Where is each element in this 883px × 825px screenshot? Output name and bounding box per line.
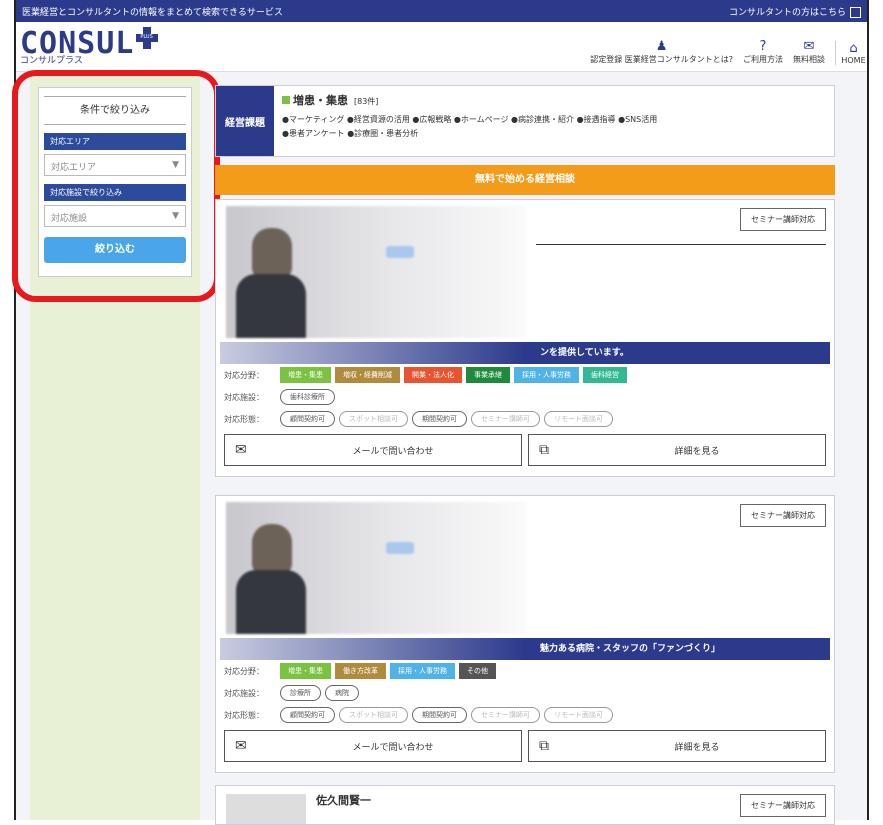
consultant-photo [226,206,526,338]
mail-icon: ✉ [235,442,247,458]
field-tag: 事業承継 [466,367,510,383]
form-tag: スポット相談可 [339,707,408,723]
form-row: 対応形態： 顧問契約可 スポット相談可 期間契約可 セミナー講師可 リモート面談… [216,704,834,726]
field-tag: 開業・法人化 [404,367,462,383]
chevron-down-icon: ▼ [172,211,179,221]
facility-tag: 病院 [325,685,359,701]
issue-heading: 増患・集患 [293,94,348,107]
main-content: 経営課題 増患・集患 [83件] ●マーケティング ●経営資源の活用 ●広報戦略 … [215,85,835,825]
filter-panel: 条件で絞り込み 対応エリア 対応エリア ▼ 対応施設で絞り込み 対応施設 ▼ 絞り込… [38,87,192,277]
card-banner: ンを提供しています。 [220,342,830,364]
field-tag: 増患・集患 [280,367,331,383]
consultant-card: セミナー講師対応 魅力ある病院・スタッフの「ファンづくり」 対応分野： 増患・集… [215,495,835,773]
seminar-badge: セミナー講師対応 [740,208,826,231]
mail-icon: ✉ [235,738,247,754]
home-icon: ⌂ [849,41,858,56]
field-tag: 増収・経費削減 [335,367,400,383]
field-row: 対応分野： 増患・集患 働き方改革 採用・人事労務 その他 [216,660,834,682]
consultant-card: 佐久間賢一 セミナー講師対応 [215,785,835,825]
consultant-link[interactable]: コンサルタントの方はこちら [729,5,861,18]
nav-howto[interactable]: ? ご利用方法 [743,39,783,65]
issue-tags-line1[interactable]: ●マーケティング ●経営資源の活用 ●広報戦略 ●ホームページ ●病診連携・紹介… [282,114,657,125]
issue-count: [83件] [354,97,379,106]
facility-row: 対応施設： 診療所 病院 [216,682,834,704]
form-tag: リモート面談可 [544,411,613,427]
mail-inquiry-button[interactable]: ✉ メールで問い合わせ [224,730,522,762]
form-tag: 顧問契約可 [280,411,335,427]
form-tag: 期間契約可 [412,707,467,723]
field-row: 対応分野： 増患・集患 増収・経費削減 開業・法人化 事業承継 採用・人事労務 … [216,364,834,386]
consultant-card: セミナー講師対応 ンを提供しています。 対応分野： 増患・集患 増収・経費削減 … [215,199,835,477]
consultant-photo [226,502,526,634]
category-square-icon [282,96,290,104]
help-icon: ? [759,39,767,54]
area-select[interactable]: 対応エリア ▼ [44,154,186,176]
person-icon: ♟ [655,39,668,54]
facility-row: 対応施設： 歯科診療所 [216,386,834,408]
form-tag: リモート面談可 [544,707,613,723]
issue-label: 経営課題 [216,86,274,156]
divider [536,244,826,245]
card-banner: 魅力ある病院・スタッフの「ファンづくり」 [220,638,830,660]
field-tag: 採用・人事労務 [514,367,579,383]
view-detail-button[interactable]: ⧉ 詳細を見る [528,434,826,466]
seminar-badge: セミナー講師対応 [740,794,826,817]
filter-submit-button[interactable]: 絞り込む [44,237,186,263]
issue-panel: 経営課題 増患・集患 [83件] ●マーケティング ●経営資源の活用 ●広報戦略 … [215,85,835,157]
consultant-name[interactable]: 佐久間賢一 [316,792,371,808]
field-tag: 採用・人事労務 [390,663,455,679]
seminar-badge: セミナー講師対応 [740,504,826,527]
top-bar: 医業経営とコンサルタントの情報をまとめて検索できるサービス コンサルタントの方は… [16,0,867,22]
field-tag: その他 [459,663,496,679]
form-tag: 顧問契約可 [280,707,335,723]
nav-free-consult[interactable]: ✉ 無料相談 [793,39,825,65]
external-link-icon: ⧉ [539,738,549,754]
area-label: 対応エリア [44,133,186,150]
field-tag: 働き方改革 [335,663,386,679]
mail-inquiry-button[interactable]: ✉ メールで問い合わせ [224,434,522,466]
chevron-down-icon: ▼ [172,160,179,170]
facility-tag: 診療所 [280,685,321,701]
field-tag: 歯科経営 [583,367,627,383]
nav-about[interactable]: ♟ 認定登録 医業経営コンサルタントとは? [590,39,733,65]
free-consult-cta[interactable]: 無料で始める経営相談 [215,165,835,195]
external-link-icon [850,6,861,18]
field-tag: 増患・集患 [280,663,331,679]
tagline: 医業経営とコンサルタントの情報をまとめて検索できるサービス [22,7,283,18]
plus-icon: PLUS [136,27,159,49]
form-row: 対応形態： 顧問契約可 スポット相談可 期間契約可 セミナー講師可 リモート面談… [216,408,834,430]
chat-icon: ✉ [803,39,815,54]
form-tag: 期間契約可 [412,411,467,427]
facility-tag: 歯科診療所 [280,389,335,405]
external-link-icon: ⧉ [539,442,549,458]
sidebar: 条件で絞り込み 対応エリア 対応エリア ▼ 対応施設で絞り込み 対応施設 ▼ 絞り込… [30,72,200,820]
form-tag: スポット相談可 [339,411,408,427]
filter-title: 条件で絞り込み [44,96,186,125]
nav-home[interactable]: ⌂ HOME [835,41,867,65]
issue-tags-line2[interactable]: ●患者アンケート ●診療圏・患者分析 [282,128,657,139]
facility-label: 対応施設で絞り込み [44,184,186,201]
view-detail-button[interactable]: ⧉ 詳細を見る [528,730,826,762]
form-tag: セミナー講師可 [471,707,540,723]
logo[interactable]: CONSUL PLUS コンサルプラス [16,27,159,66]
site-header: CONSUL PLUS コンサルプラス ♟ 認定登録 医業経営コンサルタントとは? … [16,22,867,72]
form-tag: セミナー講師可 [471,411,540,427]
facility-select[interactable]: 対応施設 ▼ [44,205,186,227]
header-nav: ♟ 認定登録 医業経営コンサルタントとは? ? ご利用方法 ✉ 無料相談 ⌂ HOME [580,22,867,71]
